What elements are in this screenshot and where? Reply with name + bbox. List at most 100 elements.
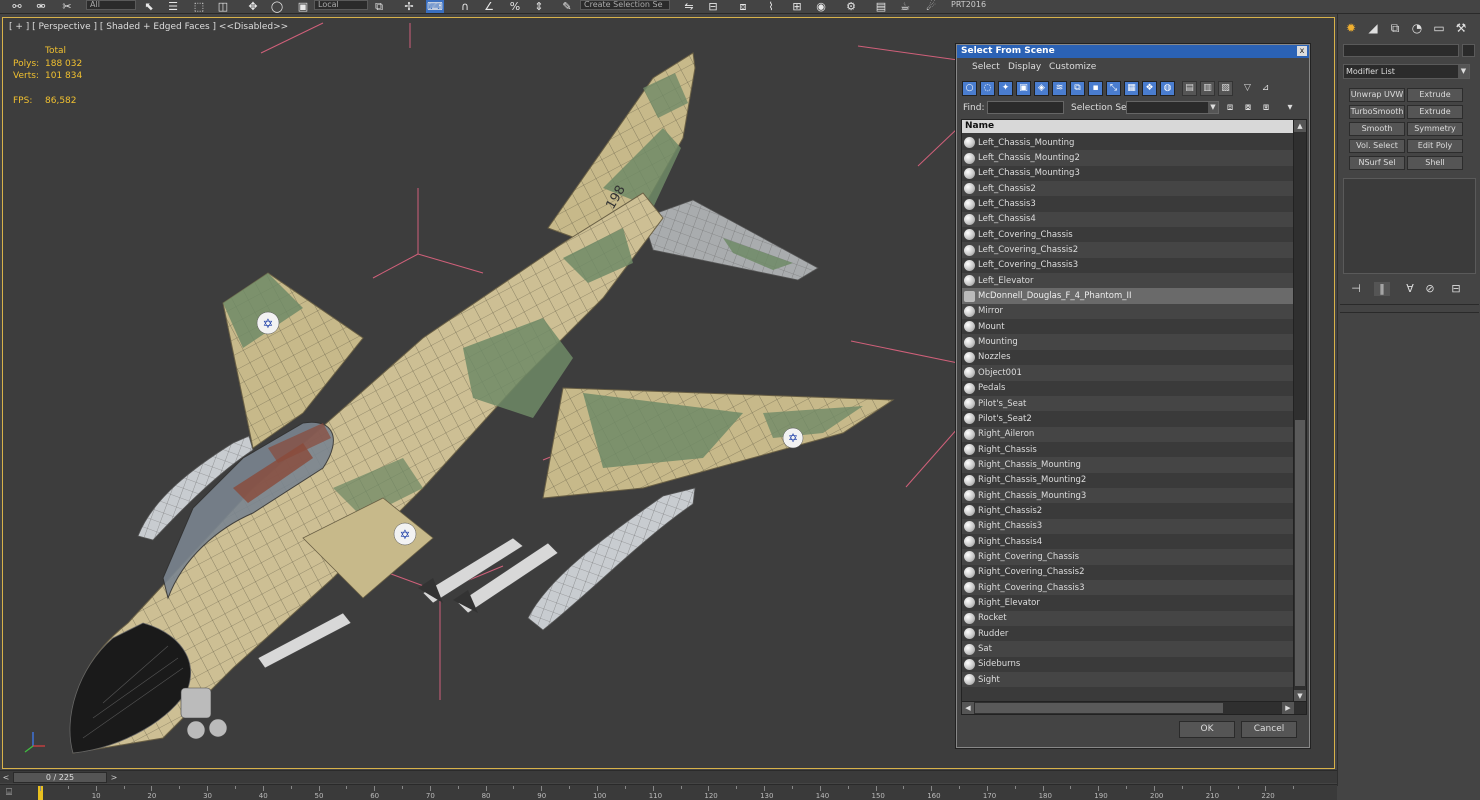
modify-tab-icon[interactable]: ◢ bbox=[1364, 20, 1382, 36]
list-item[interactable]: Right_Chassis4 bbox=[962, 533, 1296, 550]
modifier-button-unwrap-uvw[interactable]: Unwrap UVW bbox=[1349, 88, 1405, 102]
list-item[interactable]: Left_Covering_Chassis2 bbox=[962, 242, 1296, 258]
modifier-list-dropdown[interactable]: Modifier List ▼ bbox=[1343, 64, 1470, 79]
list-item[interactable]: Left_Covering_Chassis3 bbox=[962, 257, 1296, 274]
make-unique-icon[interactable]: ∀ bbox=[1402, 282, 1418, 296]
modifier-button-symmetry[interactable]: Symmetry bbox=[1407, 122, 1463, 136]
modifier-button-shell[interactable]: Shell bbox=[1407, 156, 1463, 170]
list-item[interactable]: Sight bbox=[962, 672, 1296, 688]
keyboard-shortcut-override-icon[interactable]: ⌨ bbox=[426, 0, 444, 13]
close-icon[interactable]: x bbox=[1297, 46, 1307, 56]
filter-options-icon[interactable]: ⊿ bbox=[1258, 81, 1273, 96]
motion-tab-icon[interactable]: ◔ bbox=[1408, 20, 1426, 36]
pivot-center-icon[interactable]: ⧉ bbox=[370, 0, 388, 13]
filter-funnel-icon[interactable]: ▽ bbox=[1240, 81, 1255, 96]
modifier-button-extrude[interactable]: Extrude bbox=[1407, 88, 1463, 102]
select-all-icon[interactable]: ⧈ bbox=[1223, 101, 1237, 114]
column-header-name[interactable]: Name bbox=[962, 120, 1296, 133]
list-item[interactable]: Pedals bbox=[962, 380, 1296, 396]
render-iterative-icon[interactable]: ☄ bbox=[922, 0, 940, 13]
display-tab-icon[interactable]: ▭ bbox=[1430, 20, 1448, 36]
filter-frozen-icon[interactable]: ❖ bbox=[1142, 81, 1157, 96]
list-item[interactable]: Right_Aileron bbox=[962, 426, 1296, 442]
move-icon[interactable]: ✥ bbox=[244, 0, 262, 13]
filter-helpers-icon[interactable]: ◈ bbox=[1034, 81, 1049, 96]
list-item[interactable]: Right_Chassis2 bbox=[962, 503, 1296, 519]
display-invert-icon[interactable]: ▧ bbox=[1218, 81, 1233, 96]
mirror-icon[interactable]: ⇋ bbox=[680, 0, 698, 13]
filter-bones-icon[interactable]: ⤡ bbox=[1106, 81, 1121, 96]
previous-frame-button[interactable]: < bbox=[1, 772, 11, 783]
scrollbar-thumb[interactable] bbox=[1295, 420, 1305, 686]
list-item[interactable]: Right_Covering_Chassis bbox=[962, 549, 1296, 565]
material-editor-icon[interactable]: ◉ bbox=[812, 0, 830, 13]
modifier-stack[interactable] bbox=[1343, 178, 1476, 274]
list-item[interactable]: Sideburns bbox=[962, 656, 1296, 673]
modifier-button-extrude-2[interactable]: Extrude bbox=[1407, 105, 1463, 119]
cancel-button[interactable]: Cancel bbox=[1241, 721, 1297, 738]
bind-spacewarp-icon[interactable]: ✂ bbox=[58, 0, 76, 13]
list-item[interactable]: Rudder bbox=[962, 626, 1296, 642]
menu-select[interactable]: Select bbox=[972, 62, 1000, 72]
align-icon[interactable]: ⊟ bbox=[704, 0, 722, 13]
select-none-icon[interactable]: ⧇ bbox=[1241, 101, 1255, 114]
modifier-button-nsurf-sel[interactable]: NSurf Sel bbox=[1349, 156, 1405, 170]
percent-snap-icon[interactable]: % bbox=[506, 0, 524, 13]
vertical-scrollbar[interactable]: ▲ ▼ bbox=[1293, 120, 1306, 702]
list-item[interactable]: Right_Chassis_Mounting bbox=[962, 457, 1296, 473]
modifier-button-vol-select[interactable]: Vol. Select bbox=[1349, 139, 1405, 153]
list-item[interactable]: Left_Chassis3 bbox=[962, 196, 1296, 212]
horizontal-scrollbar[interactable]: ◀ ▶ bbox=[962, 701, 1306, 714]
layer-explorer-icon[interactable]: ⧈ bbox=[734, 0, 752, 13]
list-item[interactable]: Right_Chassis_Mounting3 bbox=[962, 487, 1296, 504]
remove-modifier-icon[interactable]: ⊘ bbox=[1422, 282, 1438, 296]
trackbar[interactable]: ⌸ 10 20 30 40 50 60 70 80 90 100 110 120 130 140 150 16… bbox=[0, 784, 1337, 800]
show-end-result-icon[interactable]: ‖ bbox=[1374, 282, 1390, 296]
filter-groups-icon[interactable]: ⧉ bbox=[1070, 81, 1085, 96]
snaps-toggle-icon[interactable]: ∩ bbox=[456, 0, 474, 13]
select-invert-icon[interactable]: ⧆ bbox=[1259, 101, 1273, 114]
filter-hidden-icon[interactable]: ◍ bbox=[1160, 81, 1175, 96]
filter-xrefs-icon[interactable]: ▪ bbox=[1088, 81, 1103, 96]
reference-coordinate-dropdown[interactable]: Local bbox=[314, 0, 368, 10]
list-item[interactable]: Right_Elevator bbox=[962, 595, 1296, 611]
list-item[interactable]: Mount bbox=[962, 319, 1296, 335]
selection-set-dropdown[interactable]: ▼ bbox=[1126, 101, 1219, 114]
scene-object-list[interactable]: Name Left_Chassis_Mounting Left_Chassis_M… bbox=[961, 119, 1307, 715]
time-slider-thumb[interactable]: 0 / 225 bbox=[13, 772, 107, 783]
create-tab-icon[interactable]: ✹ bbox=[1342, 20, 1360, 36]
dialog-title-bar[interactable]: Select From Scene bbox=[957, 45, 1309, 58]
chevron-down-icon[interactable]: ▾ bbox=[1283, 101, 1297, 114]
spinner-snap-icon[interactable]: ⇕ bbox=[530, 0, 548, 13]
angle-snap-icon[interactable]: ∠ bbox=[480, 0, 498, 13]
render-setup-icon[interactable]: ⚙ bbox=[842, 0, 860, 13]
filter-shapes-icon[interactable]: ◌ bbox=[980, 81, 995, 96]
list-item[interactable]: Nozzles bbox=[962, 349, 1296, 366]
list-item[interactable]: Pilot's_Seat bbox=[962, 395, 1296, 412]
list-item[interactable]: Left_Chassis2 bbox=[962, 181, 1296, 197]
list-item[interactable]: Left_Chassis_Mounting2 bbox=[962, 150, 1296, 166]
filter-spacewarps-icon[interactable]: ≋ bbox=[1052, 81, 1067, 96]
filter-lights-icon[interactable]: ✦ bbox=[998, 81, 1013, 96]
named-selection-sets-dropdown[interactable]: Create Selection Se bbox=[580, 0, 670, 10]
select-by-name-icon[interactable]: ☰ bbox=[164, 0, 182, 13]
scroll-left-icon[interactable]: ◀ bbox=[962, 702, 974, 714]
rotate-icon[interactable]: ◯ bbox=[268, 0, 286, 13]
list-item[interactable]: McDonnell_Douglas_F_4_Phantom_II bbox=[962, 288, 1296, 304]
list-item[interactable]: Left_Chassis4 bbox=[962, 211, 1296, 228]
window-crossing-icon[interactable]: ◫ bbox=[214, 0, 232, 13]
object-name-field[interactable] bbox=[1343, 44, 1459, 57]
filter-cameras-icon[interactable]: ▣ bbox=[1016, 81, 1031, 96]
modifier-button-smooth[interactable]: Smooth bbox=[1349, 122, 1405, 136]
list-item[interactable]: Right_Covering_Chassis2 bbox=[962, 564, 1296, 580]
pin-stack-icon[interactable]: ⊣ bbox=[1348, 282, 1364, 296]
list-item[interactable]: Mounting bbox=[962, 334, 1296, 350]
select-object-icon[interactable]: ⬉ bbox=[140, 0, 158, 13]
utilities-tab-icon[interactable]: ⚒ bbox=[1452, 20, 1470, 36]
selection-filter-dropdown[interactable]: All bbox=[86, 0, 136, 10]
viewport-label[interactable]: [ + ] [ Perspective ] [ Shaded + Edged F… bbox=[9, 22, 288, 32]
menu-display[interactable]: Display bbox=[1008, 62, 1041, 72]
modifier-button-turbosmooth[interactable]: TurboSmooth bbox=[1349, 105, 1405, 119]
hierarchy-tab-icon[interactable]: ⧉ bbox=[1386, 20, 1404, 36]
list-item[interactable]: Left_Chassis_Mounting3 bbox=[962, 165, 1296, 182]
